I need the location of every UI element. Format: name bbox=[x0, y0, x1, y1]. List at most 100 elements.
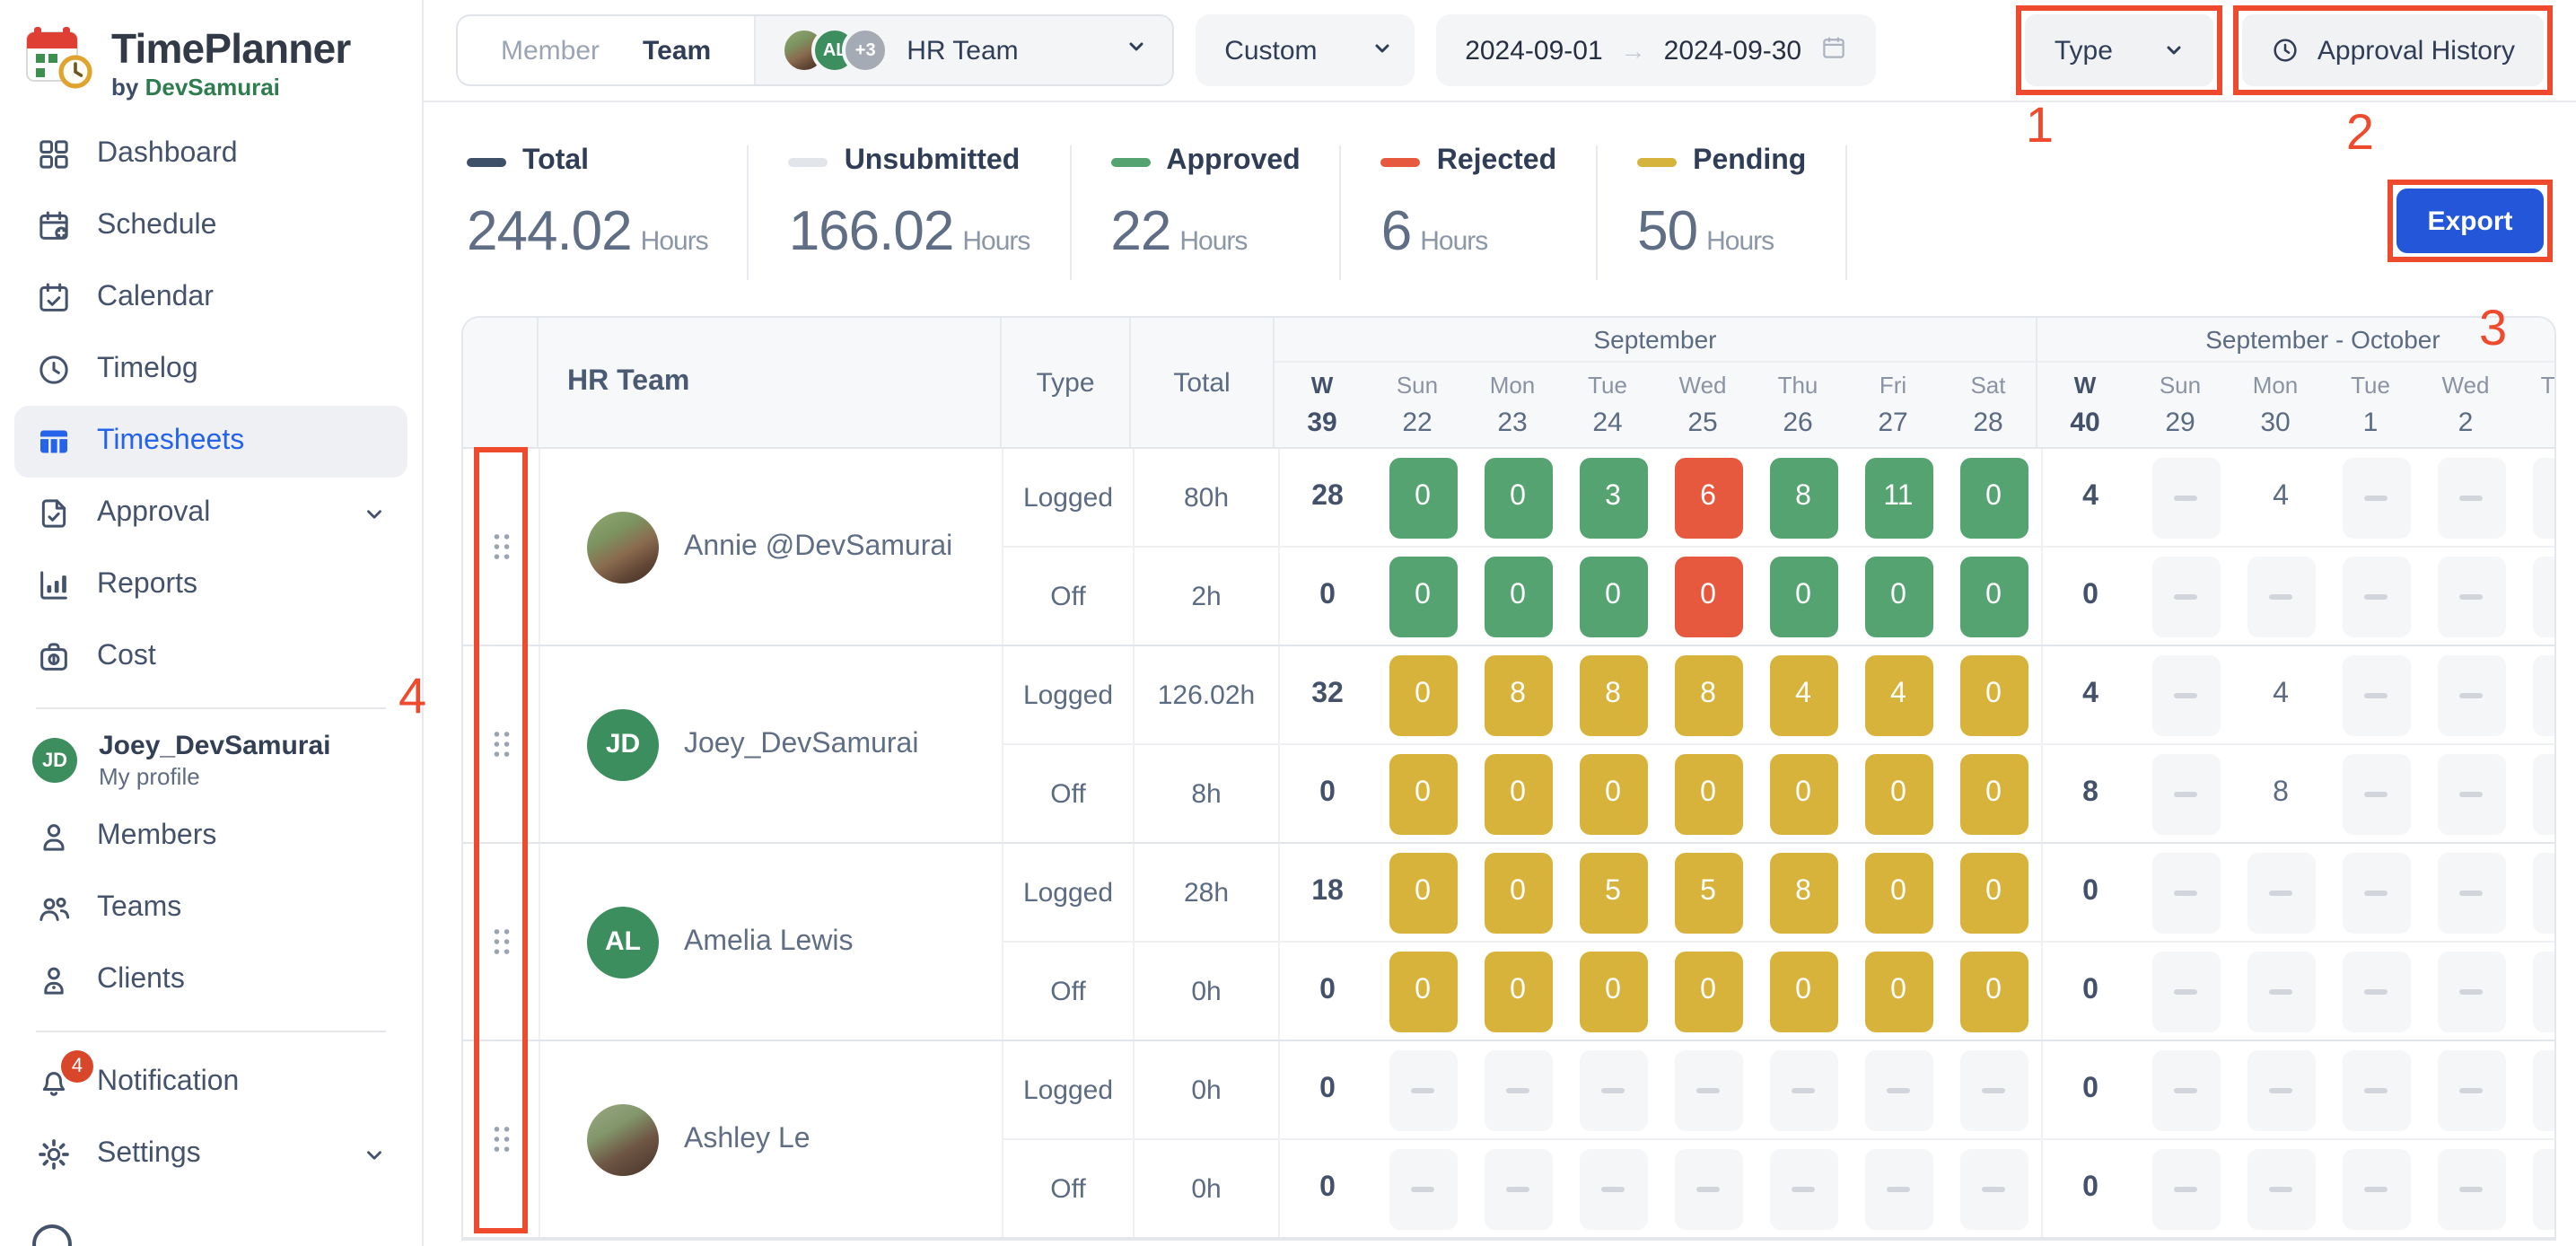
empty-day-chip[interactable] bbox=[2342, 951, 2410, 1031]
empty-day-chip[interactable] bbox=[2151, 753, 2220, 834]
day-cell[interactable]: 0 bbox=[1660, 753, 1756, 834]
day-cell[interactable]: 8 bbox=[1756, 852, 1851, 933]
day-cell[interactable] bbox=[1375, 1148, 1470, 1229]
empty-day-chip[interactable] bbox=[2437, 457, 2505, 538]
day-cell[interactable] bbox=[2423, 951, 2519, 1031]
day-cell[interactable] bbox=[2138, 852, 2233, 933]
day-cell[interactable]: 4 bbox=[1756, 654, 1851, 735]
empty-day-chip[interactable] bbox=[2151, 654, 2220, 735]
day-cell[interactable]: 4 bbox=[2233, 679, 2328, 711]
empty-day-chip[interactable] bbox=[2342, 654, 2410, 735]
empty-day-chip[interactable] bbox=[2247, 951, 2315, 1031]
range-select[interactable]: Custom bbox=[1196, 14, 1415, 86]
day-cell[interactable] bbox=[1756, 1148, 1851, 1229]
green-day-chip[interactable]: 0 bbox=[1959, 556, 2028, 636]
day-cell[interactable]: 8 bbox=[1565, 654, 1660, 735]
green-day-chip[interactable]: 0 bbox=[1484, 556, 1552, 636]
sidebar-item-settings[interactable]: Settings bbox=[14, 1119, 407, 1190]
day-cell[interactable] bbox=[2423, 852, 2519, 933]
green-day-chip[interactable]: 0 bbox=[1389, 556, 1457, 636]
empty-day-chip[interactable] bbox=[2342, 556, 2410, 636]
yellow-day-chip[interactable]: 8 bbox=[1674, 654, 1742, 735]
day-cell[interactable] bbox=[1851, 1049, 1946, 1130]
day-cell[interactable] bbox=[2519, 852, 2556, 933]
day-cell[interactable]: 0 bbox=[1946, 852, 2041, 933]
yellow-day-chip[interactable]: 0 bbox=[1864, 852, 1932, 933]
empty-day-chip[interactable] bbox=[1484, 1049, 1552, 1130]
day-cell[interactable] bbox=[2519, 556, 2556, 636]
day-cell[interactable]: 0 bbox=[1756, 753, 1851, 834]
drag-handle[interactable] bbox=[463, 449, 540, 645]
yellow-day-chip[interactable]: 4 bbox=[1769, 654, 1837, 735]
day-cell[interactable]: 0 bbox=[1946, 753, 2041, 834]
day-cell[interactable] bbox=[2138, 556, 2233, 636]
day-cell[interactable] bbox=[1470, 1148, 1565, 1229]
yellow-day-chip[interactable]: 8 bbox=[1579, 654, 1647, 735]
day-cell[interactable]: 0 bbox=[1756, 556, 1851, 636]
green-day-chip[interactable]: 0 bbox=[1484, 457, 1552, 538]
day-cell[interactable]: 0 bbox=[1851, 556, 1946, 636]
day-cell[interactable] bbox=[2328, 753, 2423, 834]
day-cell[interactable] bbox=[2138, 1049, 2233, 1130]
day-cell[interactable]: 0 bbox=[1660, 556, 1756, 636]
yellow-day-chip[interactable]: 0 bbox=[1864, 753, 1932, 834]
day-cell[interactable] bbox=[1470, 1049, 1565, 1130]
day-cell[interactable] bbox=[2328, 951, 2423, 1031]
empty-day-chip[interactable] bbox=[2437, 951, 2505, 1031]
day-cell[interactable]: 0 bbox=[1851, 951, 1946, 1031]
team-select[interactable]: AL +3 HR Team bbox=[756, 16, 1172, 84]
sidebar-item-reports[interactable]: Reports bbox=[14, 549, 407, 621]
green-day-chip[interactable]: 0 bbox=[1769, 556, 1837, 636]
day-cell[interactable] bbox=[2423, 654, 2519, 735]
day-cell[interactable]: 0 bbox=[1660, 951, 1756, 1031]
green-day-chip[interactable]: 0 bbox=[1959, 457, 2028, 538]
day-cell[interactable] bbox=[2423, 556, 2519, 636]
yellow-day-chip[interactable]: 0 bbox=[1959, 951, 2028, 1031]
day-cell[interactable] bbox=[1946, 1049, 2041, 1130]
sidebar-item-dashboard[interactable]: Dashboard bbox=[14, 118, 407, 190]
day-cell[interactable]: 6 bbox=[1660, 457, 1756, 538]
type-filter-button[interactable]: Type bbox=[2026, 14, 2213, 86]
sidebar-item-cost[interactable]: Cost bbox=[14, 621, 407, 693]
day-cell[interactable]: 0 bbox=[1470, 951, 1565, 1031]
day-cell[interactable] bbox=[2328, 457, 2423, 538]
yellow-day-chip[interactable]: 0 bbox=[1769, 753, 1837, 834]
approval-history-button[interactable]: Approval History bbox=[2242, 14, 2544, 86]
yellow-day-chip[interactable]: 0 bbox=[1674, 753, 1742, 834]
empty-day-chip[interactable] bbox=[1864, 1148, 1932, 1229]
empty-day-chip[interactable] bbox=[2532, 852, 2556, 933]
day-cell[interactable]: 0 bbox=[1375, 556, 1470, 636]
day-cell[interactable] bbox=[2519, 951, 2556, 1031]
empty-day-chip[interactable] bbox=[1674, 1049, 1742, 1130]
yellow-day-chip[interactable]: 0 bbox=[1389, 951, 1457, 1031]
empty-day-chip[interactable] bbox=[2437, 556, 2505, 636]
day-cell[interactable]: 8 bbox=[1660, 654, 1756, 735]
green-day-chip[interactable]: 8 bbox=[1769, 457, 1837, 538]
green-day-chip[interactable]: 0 bbox=[1389, 457, 1457, 538]
member-toggle[interactable]: Member bbox=[501, 35, 600, 66]
drag-handle[interactable] bbox=[463, 1041, 540, 1237]
day-cell[interactable]: 0 bbox=[1946, 951, 2041, 1031]
empty-day-chip[interactable] bbox=[2342, 457, 2410, 538]
empty-day-chip[interactable] bbox=[2532, 457, 2556, 538]
day-cell[interactable] bbox=[2328, 654, 2423, 735]
day-cell[interactable]: 0 bbox=[1375, 654, 1470, 735]
day-cell[interactable]: 0 bbox=[1470, 556, 1565, 636]
empty-day-chip[interactable] bbox=[2342, 1148, 2410, 1229]
yellow-day-chip[interactable]: 0 bbox=[1769, 951, 1837, 1031]
date-range-picker[interactable]: 2024-09-01 → 2024-09-30 bbox=[1436, 14, 1875, 86]
sidebar-item-notification[interactable]: 4Notification bbox=[14, 1047, 407, 1119]
yellow-day-chip[interactable]: 0 bbox=[1484, 852, 1552, 933]
empty-day-chip[interactable] bbox=[1864, 1049, 1932, 1130]
day-cell[interactable] bbox=[1565, 1049, 1660, 1130]
empty-day-chip[interactable] bbox=[2247, 852, 2315, 933]
day-cell[interactable] bbox=[2519, 1148, 2556, 1229]
empty-day-chip[interactable] bbox=[1769, 1148, 1837, 1229]
red-day-chip[interactable]: 6 bbox=[1674, 457, 1742, 538]
day-cell[interactable] bbox=[2138, 1148, 2233, 1229]
empty-day-chip[interactable] bbox=[1389, 1049, 1457, 1130]
sidebar-item-members[interactable]: Members bbox=[14, 801, 407, 873]
empty-day-chip[interactable] bbox=[2532, 1148, 2556, 1229]
empty-day-chip[interactable] bbox=[1769, 1049, 1837, 1130]
empty-day-chip[interactable] bbox=[2532, 753, 2556, 834]
